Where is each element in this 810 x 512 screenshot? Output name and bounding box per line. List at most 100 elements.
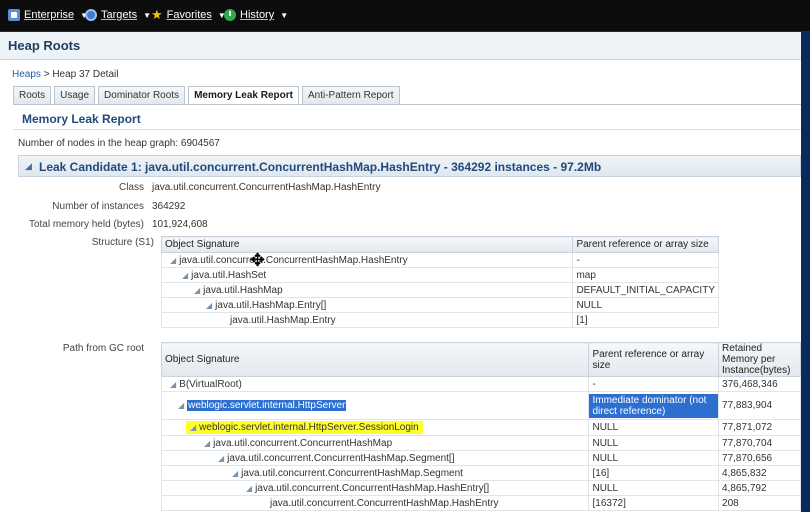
object-signature: B(VirtualRoot) <box>179 378 242 390</box>
tree-expand-icon[interactable]: ◢ <box>170 256 176 265</box>
enterprise-icon <box>8 9 20 21</box>
retained-memory: 4,865,792 <box>718 480 801 496</box>
class-value: java.util.concurrent.ConcurrentHashMap.H… <box>152 182 381 193</box>
parent-reference: [16] <box>588 465 720 481</box>
breadcrumb-separator: > <box>43 69 50 80</box>
enterprise-menu[interactable]: Enterprise▼ <box>8 9 88 21</box>
object-signature: java.util.HashMap <box>203 284 283 296</box>
tab-dominator-roots[interactable]: Dominator Roots <box>98 86 186 104</box>
table-row-selected[interactable]: ◢ weblogic.servlet.internal.HttpServer Im… <box>160 391 801 420</box>
path-table: Object Signature Parent reference or arr… <box>160 342 801 511</box>
column-header-object-signature[interactable]: Object Signature <box>160 236 574 253</box>
history-menu[interactable]: History ▼ <box>224 9 288 21</box>
favorites-menu[interactable]: ★ Favorites ▼ <box>151 8 226 21</box>
object-signature: java.util.concurrent.ConcurrentHashMap.H… <box>255 482 490 494</box>
instances-label: Number of instances <box>52 201 144 212</box>
object-signature: java.util.concurrent.ConcurrentHashMap.S… <box>227 452 455 464</box>
parent-reference: [16372] <box>588 495 720 511</box>
parent-reference: NULL <box>588 419 720 436</box>
tree-expand-icon[interactable]: ◢ <box>170 380 176 389</box>
object-signature-link[interactable]: weblogic.servlet.internal.HttpServer.Ses… <box>199 422 419 433</box>
tree-expand-icon[interactable]: ◢ <box>178 401 184 410</box>
table-row[interactable]: ◢ java.util.HashMap DEFAULT_INITIAL_CAPAC… <box>160 282 719 298</box>
retained-memory: 77,871,072 <box>718 419 801 436</box>
retained-memory: 208 <box>718 495 801 511</box>
object-signature-link[interactable]: weblogic.servlet.internal.HttpServer <box>187 400 347 411</box>
tree-expand-icon[interactable]: ◢ <box>182 271 188 280</box>
tree-expand-icon[interactable]: ◢ <box>190 423 196 432</box>
tree-expand-icon[interactable]: ◢ <box>218 454 224 463</box>
targets-icon <box>85 9 97 21</box>
parent-reference: [1] <box>572 312 719 328</box>
leak-candidate-title: Leak Candidate 1: java.util.concurrent.C… <box>39 160 602 174</box>
object-signature: java.util.HashMap.Entry[] <box>215 299 327 311</box>
column-header-parent-reference[interactable]: Parent reference or array size <box>572 236 719 253</box>
table-row[interactable]: ◢ java.util.HashSet map <box>160 267 719 283</box>
retained-memory: 376,468,346 <box>718 376 801 392</box>
parent-reference: - <box>572 252 719 268</box>
tree-expand-icon[interactable]: ◢ <box>204 439 210 448</box>
total-memory-label: Total memory held (bytes) <box>28 219 144 230</box>
object-signature: java.util.HashSet <box>191 269 267 281</box>
table-row[interactable]: ◢ java.util.concurrent.ConcurrentHashMap.… <box>160 450 801 466</box>
parent-reference: NULL <box>588 480 720 496</box>
table-row[interactable]: ◢ java.util.concurrent.ConcurrentHashMap.… <box>160 465 801 481</box>
retained-memory: 77,870,656 <box>718 450 801 466</box>
parent-reference: NULL <box>572 297 719 313</box>
global-menubar: Enterprise▼ Targets▼ ★ Favorites▼ Histor… <box>0 0 810 32</box>
object-signature: java.util.concurrent.ConcurrentHashMap.S… <box>241 467 463 479</box>
report-divider <box>13 129 801 130</box>
tree-expand-icon[interactable]: ◢ <box>194 286 200 295</box>
tab-memory-leak-report[interactable]: Memory Leak Report <box>188 86 299 105</box>
node-count: Number of nodes in the heap graph: 69045… <box>18 138 220 149</box>
object-signature: java.util.concurrent.ConcurrentHashMap.H… <box>179 254 408 266</box>
table-row[interactable]: ◢ java.util.HashMap.Entry[] NULL <box>160 297 719 313</box>
highlighted-entry[interactable]: ◢ weblogic.servlet.internal.HttpServer.Se… <box>186 421 423 434</box>
tab-roots[interactable]: Roots <box>13 86 52 104</box>
breadcrumb-link-heaps[interactable]: Heaps <box>12 69 41 80</box>
table-row[interactable]: java.util.concurrent.ConcurrentHashMap.H… <box>160 495 801 511</box>
column-header-retained-memory[interactable]: Retained Memory per Instance(bytes) <box>718 342 801 377</box>
node-count-value: 6904567 <box>180 138 220 149</box>
right-edge-bar <box>801 32 810 512</box>
tab-bar: Roots Usage Dominator Roots Memory Leak … <box>13 86 403 105</box>
table-row[interactable]: ◢ java.util.concurrent.ConcurrentHashMap.… <box>160 252 719 268</box>
total-memory-value: 101,924,608 <box>152 219 208 230</box>
table-row[interactable]: ◢ java.util.concurrent.ConcurrentHashMap … <box>160 435 801 451</box>
tab-divider <box>13 104 801 105</box>
node-count-label: Number of nodes in the heap graph: <box>18 138 179 149</box>
tab-anti-pattern-report[interactable]: Anti-Pattern Report <box>301 86 400 104</box>
table-row[interactable]: ◢ weblogic.servlet.internal.HttpServer.Se… <box>160 419 801 436</box>
object-signature: java.util.concurrent.ConcurrentHashMap.H… <box>270 497 499 509</box>
parent-reference: DEFAULT_INITIAL_CAPACITY <box>572 282 719 298</box>
object-signature: java.util.HashMap.Entry <box>230 314 336 326</box>
retained-memory: 77,870,704 <box>718 435 801 451</box>
table-row[interactable]: ◢ java.util.concurrent.ConcurrentHashMap.… <box>160 480 801 496</box>
table-row[interactable]: java.util.HashMap.Entry [1] <box>160 312 719 328</box>
move-cursor-icon: ✥ <box>250 250 266 270</box>
history-icon <box>224 9 236 21</box>
table-row[interactable]: ◢ B(VirtualRoot) - 376,468,346 <box>160 376 801 392</box>
parent-reference: NULL <box>588 435 720 451</box>
retained-memory: 4,865,832 <box>718 465 801 481</box>
breadcrumb-current: Heap 37 Detail <box>52 69 119 80</box>
tree-expand-icon[interactable]: ◢ <box>206 301 212 310</box>
tree-expand-icon[interactable]: ◢ <box>246 484 252 493</box>
class-label: Class <box>118 182 144 193</box>
chevron-down-icon: ▼ <box>280 10 289 20</box>
tab-usage[interactable]: Usage <box>54 86 96 104</box>
collapse-triangle-icon[interactable]: ◢ <box>25 161 32 172</box>
column-header-object-signature[interactable]: Object Signature <box>160 342 590 377</box>
tree-expand-icon[interactable]: ◢ <box>232 469 238 478</box>
structure-table: Object Signature Parent reference or arr… <box>160 236 719 328</box>
chevron-down-icon: ▼ <box>143 10 151 20</box>
column-header-parent-reference[interactable]: Parent reference or array size <box>588 342 720 377</box>
targets-menu[interactable]: Targets ▼ <box>85 9 151 21</box>
structure-label: Structure (S1) <box>91 237 154 248</box>
page-title: Heap Roots <box>8 38 81 53</box>
report-title: Memory Leak Report <box>22 112 141 126</box>
instances-value: 364292 <box>152 201 186 212</box>
leak-candidate-header[interactable]: ◢ Leak Candidate 1: java.util.concurrent… <box>18 155 801 177</box>
parent-reference: Immediate dominator (not direct referenc… <box>589 393 719 418</box>
parent-reference: - <box>588 376 720 392</box>
